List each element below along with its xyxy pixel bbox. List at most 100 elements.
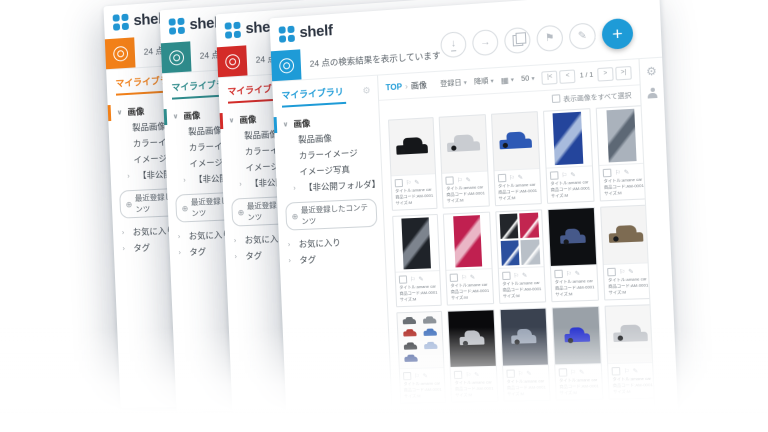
card-flag-icon[interactable]: ⚐	[513, 272, 519, 279]
asset-card[interactable]: ⚐✎タイトル:amane car商品コード:AM-0001サイズ:M	[552, 306, 604, 401]
card-flag-icon[interactable]: ⚐	[561, 171, 567, 179]
card-checkbox[interactable]	[502, 272, 511, 281]
add-content-button[interactable]: +	[601, 18, 633, 50]
card-edit-icon[interactable]: ✎	[575, 270, 581, 277]
card-flag-icon[interactable]: ⚐	[517, 370, 523, 377]
select-all-checkbox[interactable]	[551, 94, 560, 103]
card-checkbox[interactable]	[399, 275, 407, 283]
asset-card[interactable]: ⚐✎タイトル:amane car商品コード:AM-0001サイズ:M	[388, 117, 438, 211]
card-checkbox[interactable]	[554, 270, 563, 279]
first-page-button[interactable]: |<	[542, 70, 558, 84]
card-flag-icon[interactable]: ⚐	[461, 274, 467, 281]
card-flag-icon[interactable]: ⚐	[509, 174, 515, 181]
card-edit-icon[interactable]: ✎	[418, 275, 423, 282]
card-edit-icon[interactable]: ✎	[570, 171, 576, 179]
next-page-button[interactable]: >	[597, 67, 614, 82]
card-checkbox[interactable]	[550, 171, 559, 180]
card-edit-icon[interactable]: ✎	[470, 273, 475, 280]
view-mode-dropdown[interactable]: ▦▾	[501, 75, 514, 85]
card-flag-icon[interactable]: ⚐	[406, 179, 412, 186]
breadcrumb: TOP › 画像	[385, 79, 427, 93]
search-button[interactable]	[271, 49, 302, 81]
asset-card[interactable]: ⚐✎タイトル:amane car商品コード:AM-0001サイズ:M	[495, 209, 546, 304]
asset-card[interactable]: ⚐✎タイトル:amane car商品コード:AM-0001サイズ:M	[491, 111, 542, 206]
card-checkbox[interactable]	[450, 273, 459, 281]
card-edit-icon[interactable]: ✎	[423, 372, 428, 379]
per-page-dropdown[interactable]: 50▾	[521, 75, 535, 83]
search-button[interactable]	[161, 41, 192, 73]
chevron-right-icon: ›	[183, 176, 190, 183]
search-button[interactable]	[217, 45, 248, 77]
card-flag-icon[interactable]: ⚐	[410, 276, 416, 283]
card-edit-icon[interactable]: ✎	[518, 173, 524, 180]
card-size: サイズ:M	[548, 191, 594, 202]
caret-down-icon: ▾	[511, 76, 514, 83]
flag-button[interactable]: ⚑	[536, 25, 563, 53]
chevron-right-icon: ›	[234, 253, 241, 260]
asset-card[interactable]: ⚐✎タイトル:amane car商品コード:AM-0001サイズ:M	[499, 308, 550, 402]
card-edit-icon[interactable]: ✎	[633, 367, 639, 374]
user-account-icon[interactable]	[647, 87, 657, 98]
asset-card[interactable]: ⚐✎タイトル:amane car商品コード:AM-0001サイズ:M	[439, 114, 490, 208]
card-checkbox[interactable]	[612, 367, 621, 376]
card-edit-icon[interactable]: ✎	[579, 368, 585, 375]
share-button[interactable]: →	[472, 29, 499, 56]
card-flag-icon[interactable]: ⚐	[619, 268, 625, 276]
card-edit-icon[interactable]: ✎	[526, 370, 532, 377]
search-button[interactable]	[105, 37, 136, 69]
card-size: サイズ:M	[601, 189, 648, 201]
card-checkbox[interactable]	[559, 368, 568, 376]
card-checkbox[interactable]	[603, 169, 612, 178]
card-edit-icon[interactable]: ✎	[414, 179, 419, 186]
card-checkbox[interactable]	[497, 174, 506, 183]
sort-date-dropdown[interactable]: 登録日▾	[440, 77, 467, 89]
car-illustration	[511, 329, 537, 345]
card-flag-icon[interactable]: ⚐	[615, 169, 621, 177]
asset-card[interactable]: ⚐✎タイトル:amane car商品コード:AM-0001サイズ:M	[605, 304, 654, 399]
card-checkbox[interactable]	[446, 176, 455, 185]
sort-order-dropdown[interactable]: 降順▾	[474, 76, 494, 87]
copy-button[interactable]	[504, 27, 531, 54]
tab-my-library[interactable]: マイライブラリ	[281, 85, 346, 108]
card-flag-icon[interactable]: ⚐	[465, 371, 471, 378]
recent-content-button[interactable]: ⊕ 最近登録したコンテンツ	[285, 198, 377, 230]
card-edit-icon[interactable]: ✎	[522, 271, 528, 278]
car-illustration	[459, 331, 484, 347]
asset-card[interactable]: ⚐✎タイトル:amane car商品コード:AM-0001サイズ:M	[443, 212, 494, 306]
card-checkbox[interactable]	[607, 268, 616, 277]
asset-card[interactable]: ⚐✎タイトル:amane car商品コード:AM-0001サイズ:M	[392, 214, 442, 307]
car-illustration	[613, 324, 647, 344]
car-illustration	[499, 131, 532, 152]
card-flag-icon[interactable]: ⚐	[457, 176, 463, 183]
tree-item-tags[interactable]: › タグ	[279, 249, 385, 269]
card-edit-icon[interactable]: ✎	[466, 176, 471, 183]
card-edit-icon[interactable]: ✎	[474, 371, 479, 378]
card-checkbox[interactable]	[403, 372, 411, 380]
card-checkbox[interactable]	[506, 370, 515, 378]
card-flag-icon[interactable]: ⚐	[624, 367, 630, 374]
asset-card[interactable]: ⚐✎タイトル:amane car商品コード:AM-0001サイズ:M	[547, 207, 599, 302]
card-edit-icon[interactable]: ✎	[624, 168, 630, 176]
mini-car-thumbnail	[423, 331, 436, 336]
settings-gear-icon[interactable]: ⚙	[646, 64, 657, 78]
card-checkbox[interactable]	[454, 371, 463, 379]
sidebar-settings-icon[interactable]: ⚙	[362, 85, 371, 97]
card-checkbox[interactable]	[395, 179, 403, 188]
card-flag-icon[interactable]: ⚐	[566, 270, 572, 277]
card-flag-icon[interactable]: ⚐	[414, 372, 420, 379]
asset-card[interactable]: ⚐✎タイトル:amane car商品コード:AM-0001サイズ:M	[447, 309, 498, 403]
prev-page-button[interactable]: <	[559, 69, 575, 83]
card-flag-icon[interactable]: ⚐	[570, 369, 576, 376]
asset-card[interactable]: ⚐✎タイトル:amane car商品コード:AM-0001サイズ:M	[543, 108, 595, 204]
red-headlight-closeup-detail	[453, 215, 483, 267]
car-illustration	[396, 137, 428, 157]
edit-button[interactable]: ✎	[569, 22, 597, 50]
download-button[interactable]: ↓	[440, 31, 467, 58]
breadcrumb-separator: ›	[405, 81, 408, 90]
last-page-button[interactable]: >|	[615, 65, 632, 80]
breadcrumb-top-link[interactable]: TOP	[385, 82, 402, 92]
chevron-down-icon: ∨	[117, 108, 124, 116]
asset-card[interactable]: ⚐✎タイトル:amane car商品コード:AM-0001サイズ:M	[396, 311, 446, 404]
dark-headlight-closeup-image	[393, 215, 439, 272]
card-edit-icon[interactable]: ✎	[628, 268, 634, 276]
